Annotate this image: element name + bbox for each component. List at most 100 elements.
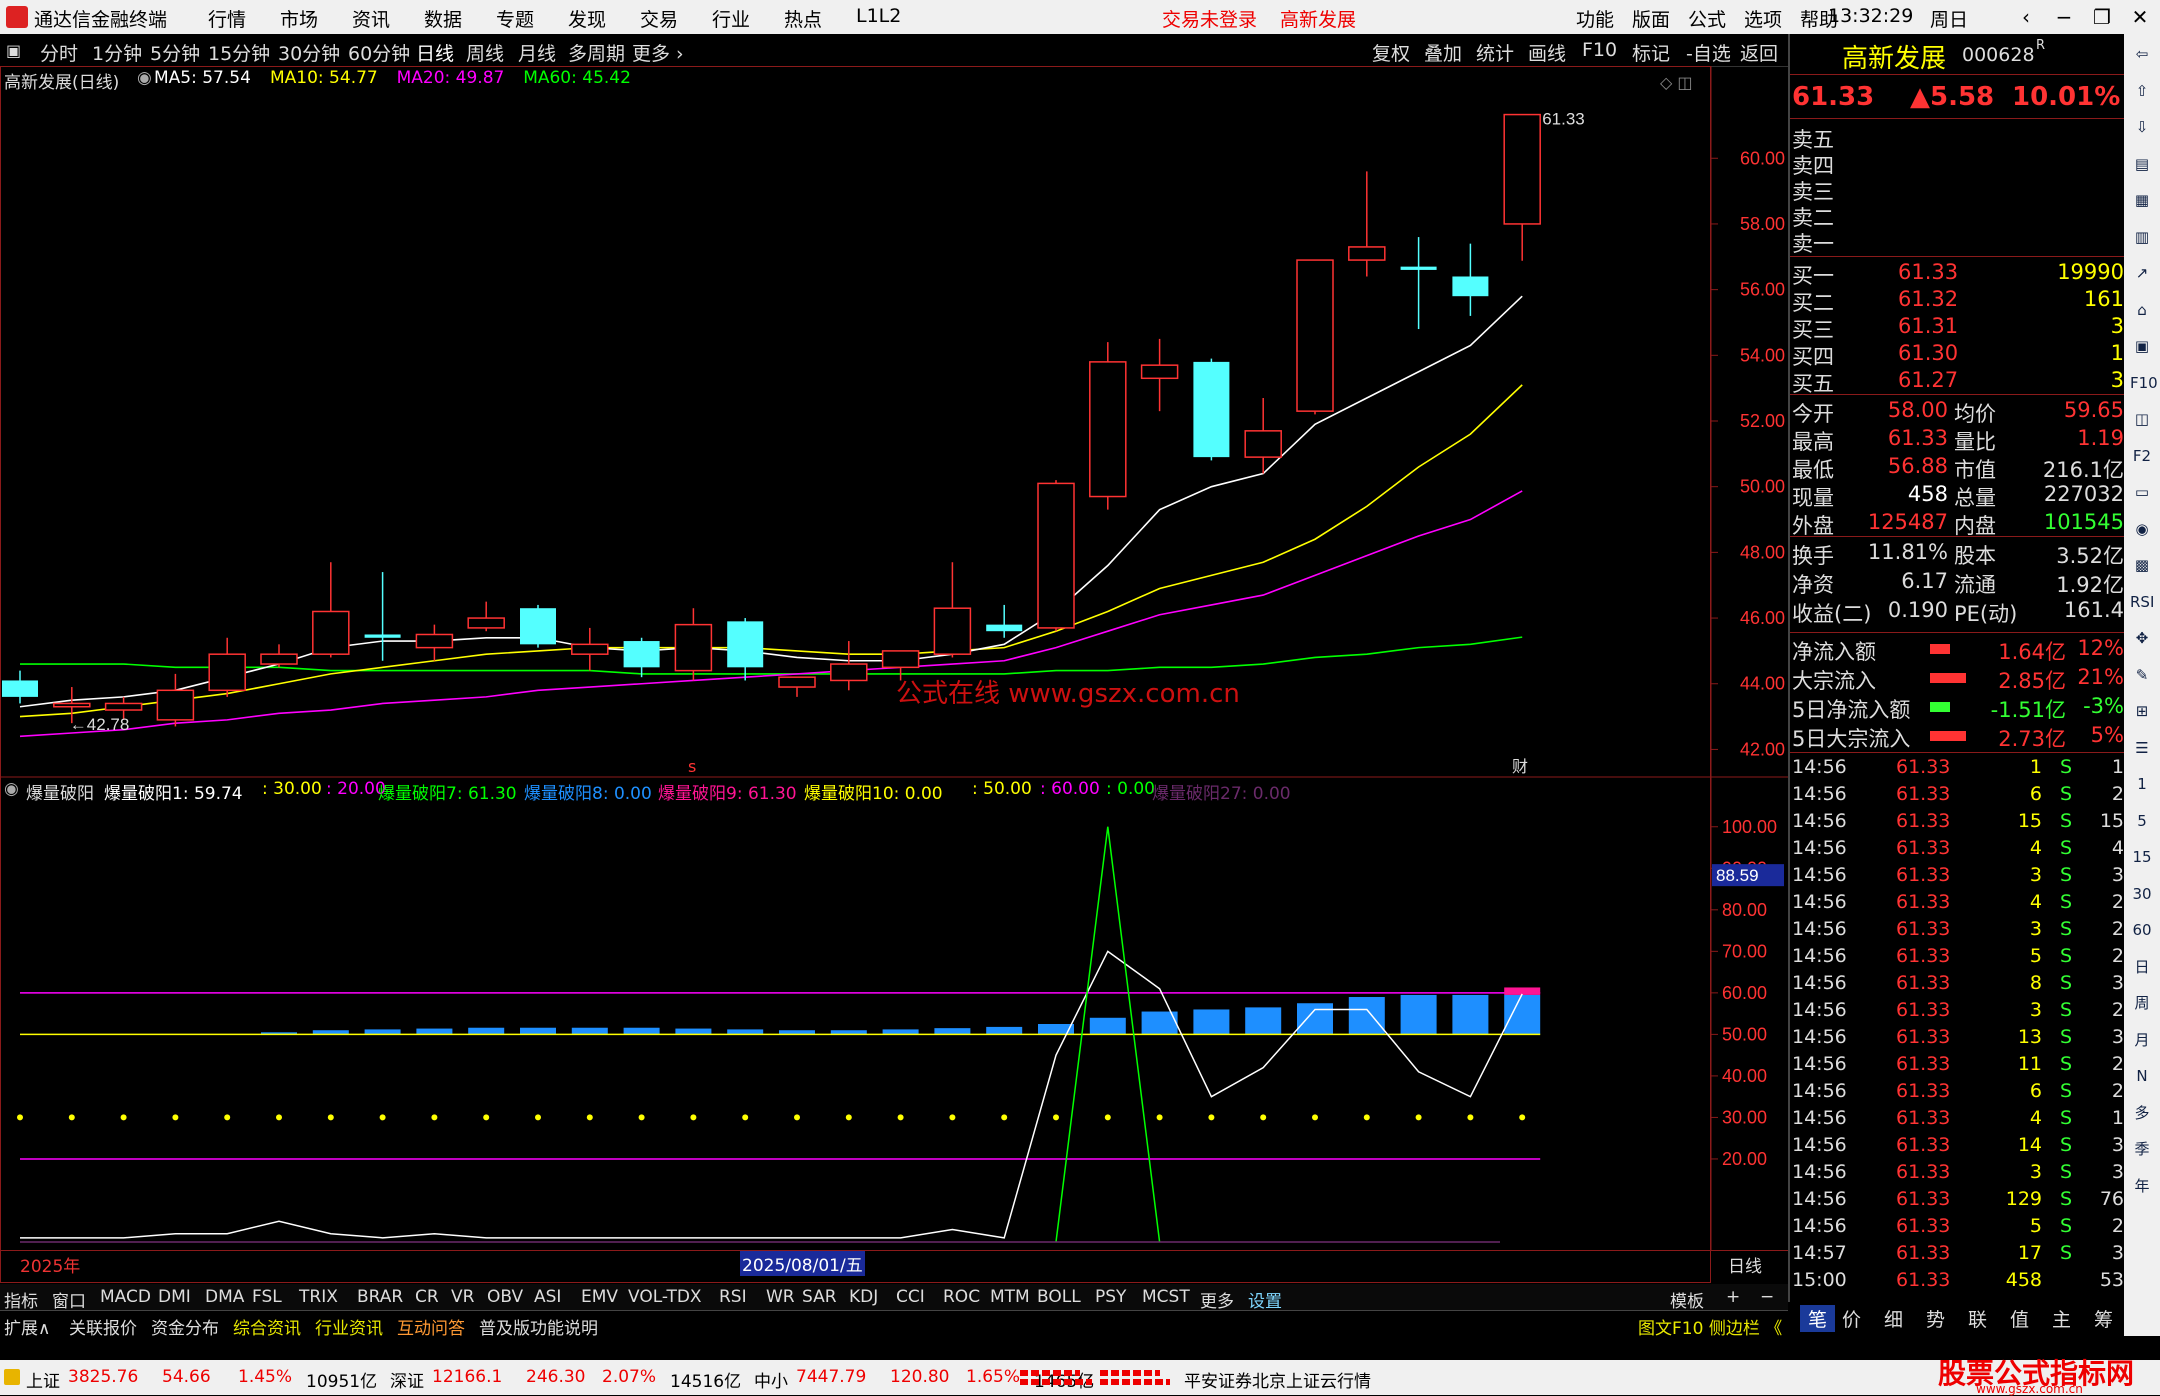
indicator-tab-8[interactable]: CR [415, 1287, 439, 1307]
ext-tab-3[interactable]: 综合资讯 [233, 1314, 301, 1339]
side-tool-29[interactable]: 多 [2130, 1101, 2154, 1125]
ext-tab-6[interactable]: 普及版功能说明 [479, 1314, 598, 1339]
menu-right-2[interactable]: 公式 [1688, 5, 1726, 32]
period-tab-10[interactable]: 更多 › [632, 39, 684, 66]
side-tool-9[interactable]: F10 [2130, 371, 2158, 395]
chart-tool-3[interactable]: 画线 [1528, 39, 1566, 66]
chart-tool-7[interactable]: 返回 [1740, 39, 1778, 66]
indicator-tab-22[interactable]: PSY [1095, 1287, 1126, 1307]
indicator-tab-16[interactable]: SAR [802, 1287, 837, 1307]
minimize-icon[interactable]: − [2048, 3, 2080, 31]
indicator-tab-5[interactable]: FSL [252, 1287, 282, 1307]
menu-9[interactable]: L1L2 [856, 5, 901, 27]
menu-4[interactable]: 专题 [496, 5, 534, 32]
side-tool-2[interactable]: ⇩ [2130, 115, 2154, 139]
period-tab-3[interactable]: 15分钟 [208, 39, 270, 66]
indicator-tab-12[interactable]: EMV [581, 1287, 618, 1307]
ext-tab-4[interactable]: 行业资讯 [315, 1314, 383, 1339]
indicator-tab-2[interactable]: MACD [100, 1287, 151, 1307]
right-tab-7[interactable]: 筹 [2094, 1305, 2113, 1332]
sub-settings-icon[interactable]: ◉ [4, 779, 19, 799]
side-tool-15[interactable]: RSI [2130, 590, 2154, 614]
right-tab-5[interactable]: 值 [2010, 1305, 2029, 1332]
side-tool-11[interactable]: F2 [2130, 444, 2154, 468]
menu-6[interactable]: 交易 [640, 5, 678, 32]
indicator-tab-6[interactable]: TRIX [299, 1287, 338, 1307]
side-tool-8[interactable]: ▣ [2130, 334, 2154, 358]
side-tool-12[interactable]: ▭ [2130, 480, 2154, 504]
side-tool-19[interactable]: ☰ [2130, 736, 2154, 760]
side-tool-24[interactable]: 60 [2130, 918, 2154, 942]
side-tool-3[interactable]: ▤ [2130, 152, 2154, 176]
side-tool-21[interactable]: 5 [2130, 809, 2154, 833]
side-tool-26[interactable]: 周 [2130, 991, 2154, 1015]
side-tool-31[interactable]: 年 [2130, 1174, 2154, 1198]
side-tool-22[interactable]: 15 [2130, 845, 2154, 869]
indicator-tab-25[interactable]: 设置 [1248, 1287, 1282, 1312]
indicator-tab-14[interactable]: RSI [719, 1287, 747, 1307]
indicator-tab-4[interactable]: DMA [205, 1287, 244, 1307]
indicator-tab-9[interactable]: VR [451, 1287, 474, 1307]
ext-tab-5[interactable]: 互动问答 [397, 1314, 465, 1339]
side-tool-7[interactable]: ⌂ [2130, 298, 2154, 322]
menu-3[interactable]: 数据 [424, 5, 462, 32]
side-tool-30[interactable]: 季 [2130, 1137, 2154, 1161]
chart-tool-2[interactable]: 统计 [1476, 39, 1514, 66]
indicator-tab-13[interactable]: VOL-TDX [628, 1287, 702, 1307]
period-tab-2[interactable]: 5分钟 [150, 39, 200, 66]
menu-5[interactable]: 发现 [568, 5, 606, 32]
ext-right[interactable]: 图文F10 侧边栏 《 [1638, 1314, 1782, 1339]
right-tab-2[interactable]: 细 [1884, 1305, 1903, 1332]
indicator-tab-1[interactable]: 窗口 [52, 1287, 86, 1312]
chart-tool-1[interactable]: 叠加 [1424, 39, 1462, 66]
period-tab-9[interactable]: 多周期 [568, 39, 625, 66]
panel-toggle-icon[interactable]: ▣ [6, 41, 21, 60]
side-tool-18[interactable]: ⊞ [2130, 699, 2154, 723]
period-tab-4[interactable]: 30分钟 [278, 39, 340, 66]
indicator-tab-20[interactable]: MTM [990, 1287, 1030, 1307]
indicator-tab-19[interactable]: ROC [943, 1287, 980, 1307]
period-tab-8[interactable]: 月线 [518, 39, 556, 66]
restore-icon[interactable]: ❐ [2086, 3, 2118, 31]
side-tool-1[interactable]: ⇧ [2130, 79, 2154, 103]
side-tool-17[interactable]: ✎ [2130, 663, 2154, 687]
menu-right-1[interactable]: 版面 [1632, 5, 1670, 32]
indicator-tab-7[interactable]: BRAR [357, 1287, 403, 1307]
indicator-tab-18[interactable]: CCI [896, 1287, 925, 1307]
login-status[interactable]: 交易未登录 [1162, 5, 1257, 32]
period-tab-1[interactable]: 1分钟 [92, 39, 142, 66]
menu-2[interactable]: 资讯 [352, 5, 390, 32]
indicator-tab-15[interactable]: WR [766, 1287, 795, 1307]
menu-7[interactable]: 行业 [712, 5, 750, 32]
period-tab-0[interactable]: 分时 [40, 39, 78, 66]
chart-tool-6[interactable]: -自选 [1686, 39, 1731, 66]
right-tab-4[interactable]: 联 [1968, 1305, 1987, 1332]
side-tool-16[interactable]: ✥ [2130, 626, 2154, 650]
side-tool-5[interactable]: ▥ [2130, 225, 2154, 249]
chart-area[interactable]: 60.00 58.00 56.00 54.00 52.00 50.00 48.00 46.00… [0, 66, 1788, 1284]
side-tool-4[interactable]: ▦ [2130, 188, 2154, 212]
side-tool-28[interactable]: N [2130, 1064, 2154, 1088]
side-tool-25[interactable]: 日 [2130, 955, 2154, 979]
side-tool-20[interactable]: 1 [2130, 772, 2154, 796]
chart-tool-0[interactable]: 复权 [1372, 39, 1410, 66]
chart-tool-5[interactable]: 标记 [1632, 39, 1670, 66]
right-tab-6[interactable]: 主 [2052, 1305, 2071, 1332]
menu-right-0[interactable]: 功能 [1576, 5, 1614, 32]
side-tool-0[interactable]: ⇦ [2130, 42, 2154, 66]
right-tab-1[interactable]: 价 [1842, 1305, 1861, 1332]
right-tab-3[interactable]: 势 [1926, 1305, 1945, 1332]
chart-tool-4[interactable]: F10 [1582, 39, 1617, 61]
side-tool-23[interactable]: 30 [2130, 882, 2154, 906]
indicator-tab-10[interactable]: OBV [487, 1287, 523, 1307]
indicator-tab-3[interactable]: DMI [158, 1287, 191, 1307]
ext-tab-2[interactable]: 资金分布 [151, 1314, 219, 1339]
back-icon[interactable]: ‹ [2010, 3, 2042, 31]
indicator-right-1[interactable]: + [1726, 1287, 1740, 1307]
menu-8[interactable]: 热点 [784, 5, 822, 32]
ma-settings-icon[interactable]: ◉ [137, 68, 152, 88]
period-tab-6[interactable]: 日线 [416, 39, 454, 66]
indicator-right-0[interactable]: 模板 [1670, 1287, 1704, 1312]
indicator-tab-17[interactable]: KDJ [849, 1287, 878, 1307]
indicator-tab-21[interactable]: BOLL [1037, 1287, 1081, 1307]
